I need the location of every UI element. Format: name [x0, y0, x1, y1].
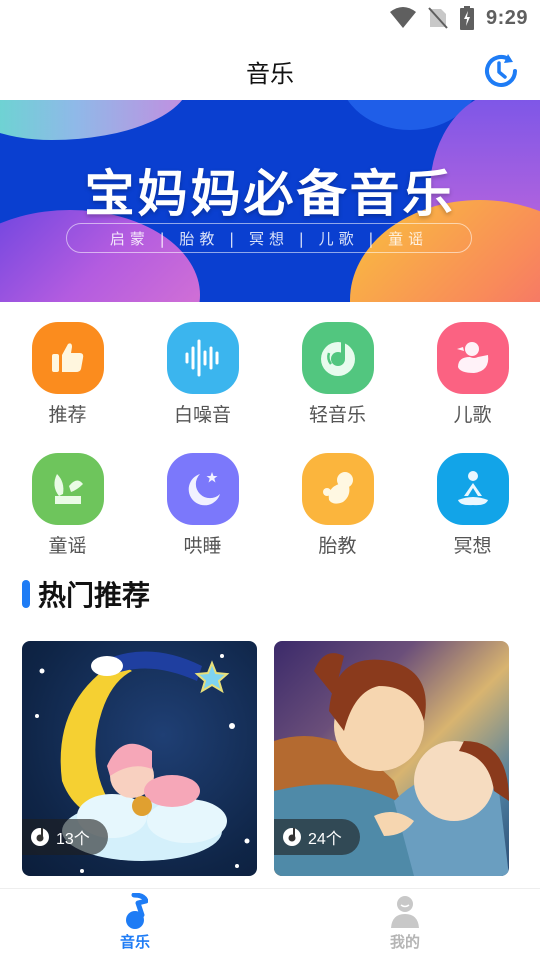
- banner-subtitle: 启蒙 | 胎教 | 冥想 | 儿歌 | 童谣: [66, 223, 472, 253]
- bunny-ears-icon: [31, 453, 104, 525]
- category-grid: 推荐 白噪音 轻音乐 儿歌 童谣 哄睡 胎教 冥想: [0, 322, 540, 558]
- nav-label: 音乐: [119, 933, 150, 951]
- nav-label: 我的: [389, 933, 420, 951]
- status-time: 9:29: [485, 6, 528, 29]
- nav-tab-music[interactable]: 音乐: [95, 893, 175, 952]
- category-label: 胎教: [318, 535, 357, 557]
- track-count: 13个: [56, 831, 90, 848]
- moon-star-icon: [166, 453, 239, 525]
- sound-wave-icon: [166, 322, 239, 394]
- section-accent-bar: [22, 580, 30, 608]
- banner-title: 宝妈妈必备音乐: [84, 165, 456, 223]
- category-kids-songs[interactable]: 儿歌: [405, 322, 540, 427]
- no-sim-icon: [428, 7, 448, 29]
- nav-tab-mine[interactable]: 我的: [365, 893, 445, 952]
- wifi-icon: [389, 7, 416, 28]
- promo-banner[interactable]: 宝妈妈必备音乐 启蒙 | 胎教 | 冥想 | 儿歌 | 童谣: [0, 100, 540, 302]
- playlist-card[interactable]: 13个: [22, 641, 257, 876]
- track-count-badge: 24个: [274, 819, 360, 855]
- status-bar: 9:29: [0, 0, 540, 36]
- category-label: 童谣: [48, 535, 87, 557]
- category-label: 推荐: [48, 404, 87, 426]
- category-nursery-rhymes[interactable]: 童谣: [0, 453, 135, 558]
- category-prenatal[interactable]: 胎教: [270, 453, 405, 558]
- music-disc-icon: [283, 828, 301, 846]
- duck-icon: [436, 322, 509, 394]
- history-clock-icon: [485, 54, 517, 87]
- category-label: 儿歌: [453, 404, 492, 426]
- battery-charging-icon: [459, 6, 474, 30]
- history-button[interactable]: [482, 52, 520, 90]
- thumbs-up-icon: [31, 322, 104, 394]
- app-screen: 9:29 音乐 宝妈妈必备音乐 启蒙 | 胎教 | 冥想 | 儿歌 | 童谣 推…: [0, 0, 540, 960]
- meditation-icon: [436, 453, 509, 525]
- track-count: 24个: [308, 831, 342, 848]
- hot-section-header: 热门推荐: [22, 574, 150, 614]
- music-note-icon: [126, 893, 148, 929]
- fetus-icon: [301, 453, 374, 525]
- category-label: 哄睡: [183, 535, 222, 557]
- category-label: 白噪音: [173, 404, 231, 426]
- category-light-music[interactable]: 轻音乐: [270, 322, 405, 427]
- category-label: 轻音乐: [308, 404, 366, 426]
- title-bar: 音乐: [0, 36, 540, 100]
- section-title: 热门推荐: [38, 579, 151, 612]
- user-icon: [391, 896, 419, 928]
- track-count-badge: 13个: [22, 819, 108, 855]
- category-lullaby[interactable]: 哄睡: [135, 453, 270, 558]
- category-white-noise[interactable]: 白噪音: [135, 322, 270, 427]
- category-recommend[interactable]: 推荐: [0, 322, 135, 427]
- bottom-nav: 音乐 我的: [0, 888, 540, 960]
- category-label: 冥想: [453, 535, 492, 557]
- playlist-card[interactable]: 24个: [274, 641, 509, 876]
- banner-blob-teal: [0, 100, 190, 140]
- page-title: 音乐: [246, 60, 294, 88]
- music-disc-icon: [31, 828, 49, 846]
- music-disc-icon: [301, 322, 374, 394]
- category-meditation[interactable]: 冥想: [405, 453, 540, 558]
